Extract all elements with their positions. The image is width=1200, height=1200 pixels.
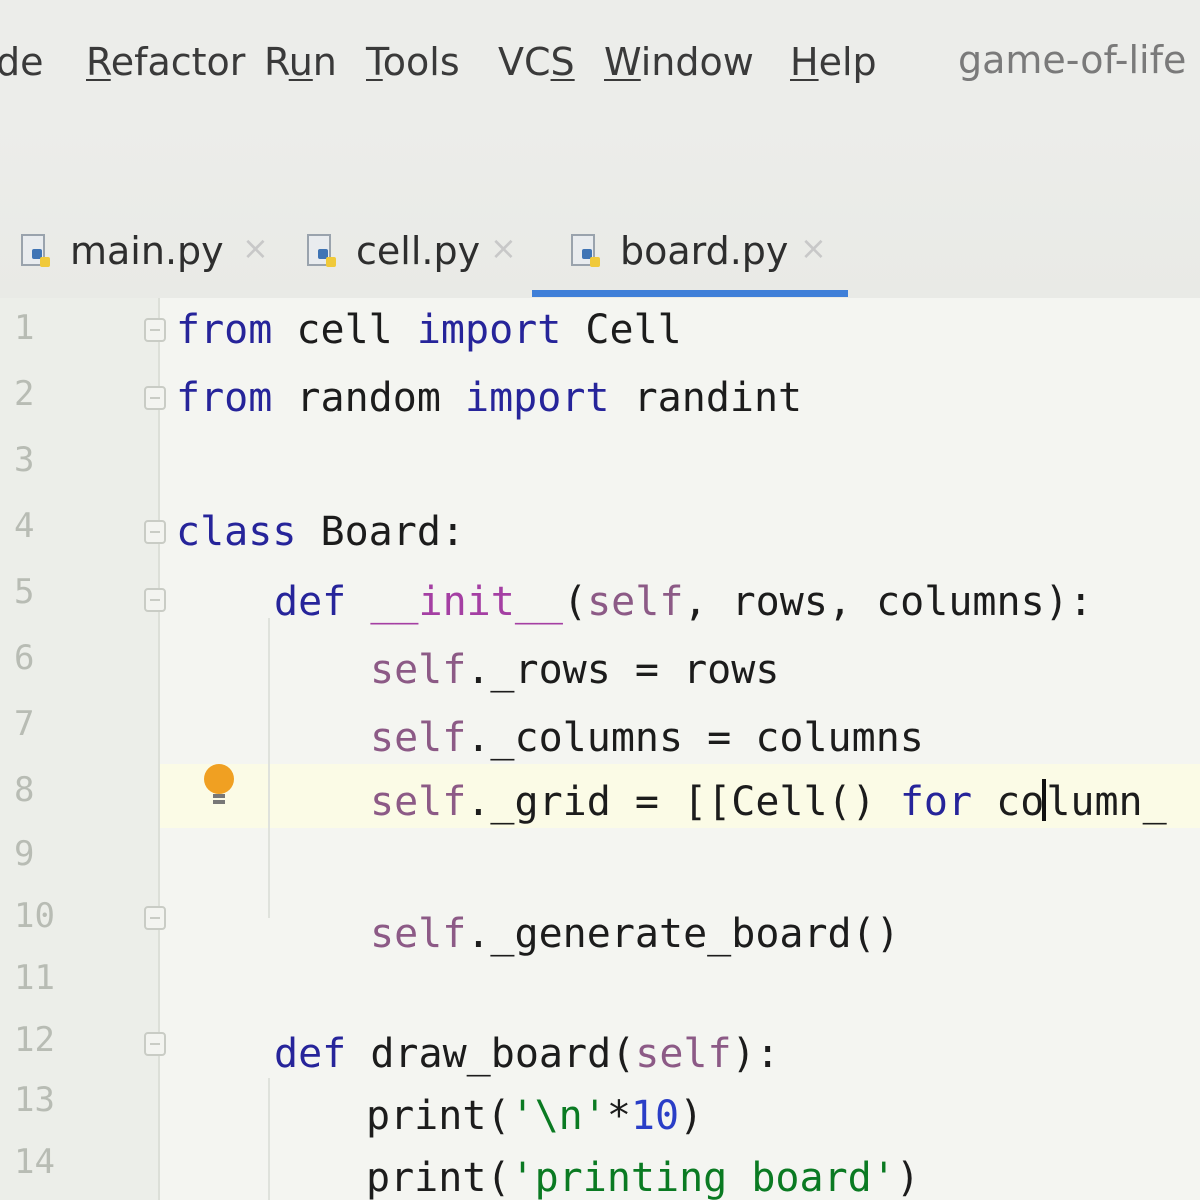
project-title: game-of-life: [958, 38, 1187, 82]
tab-label: board.py: [620, 229, 789, 273]
line-number: 8: [14, 770, 35, 810]
fold-marker[interactable]: [144, 318, 166, 342]
lightbulb-icon[interactable]: [202, 764, 236, 808]
tab-label: main.py: [70, 229, 224, 273]
line-number: 5: [14, 572, 35, 612]
python-file-icon: [571, 234, 600, 267]
close-icon[interactable]: ×: [800, 229, 827, 267]
fold-marker[interactable]: [144, 520, 166, 544]
close-icon[interactable]: ×: [242, 229, 269, 267]
menu-refactor[interactable]: Refactor: [86, 40, 245, 84]
menu-bar: de Refactor Run Tools VCS Window Help ga…: [0, 0, 1200, 120]
code-line-10: self._generate_board(): [370, 911, 900, 957]
fold-marker[interactable]: [144, 588, 166, 612]
line-number-gutter[interactable]: 1 2 3 4 5 6 7 8 9 10 11 12 13 14: [0, 298, 160, 1200]
active-tab-indicator: [532, 290, 848, 297]
code-line-6: self._rows = rows: [370, 647, 780, 693]
editor-tab-bar: main.py × cell.py × board.py ×: [0, 120, 1200, 300]
code-line-5: def __init__(self, rows, columns):: [274, 579, 1093, 625]
menu-tools[interactable]: Tools: [366, 40, 460, 84]
fold-marker[interactable]: [144, 1032, 166, 1056]
line-number: 4: [14, 506, 35, 546]
line-number: 12: [14, 1020, 55, 1060]
line-number: 10: [14, 896, 55, 936]
menu-code[interactable]: de: [0, 40, 44, 84]
close-icon[interactable]: ×: [490, 229, 517, 267]
menu-help[interactable]: Help: [790, 40, 877, 84]
line-number: 11: [14, 958, 55, 998]
code-editor[interactable]: 1 2 3 4 5 6 7 8 9 10 11 12 13 14 from ce…: [0, 298, 1200, 1200]
line-number: 2: [14, 374, 35, 414]
indent-guide: [268, 1078, 270, 1200]
fold-marker[interactable]: [144, 906, 166, 930]
line-number: 3: [14, 440, 35, 480]
indent-guide: [268, 618, 270, 918]
python-file-icon: [21, 234, 50, 267]
fold-marker[interactable]: [144, 386, 166, 410]
python-file-icon: [307, 234, 336, 267]
line-number: 7: [14, 704, 35, 744]
line-number: 9: [14, 834, 35, 874]
code-line-8: self._grid = [[Cell() for column_: [370, 779, 1167, 825]
code-line-1: from cell import Cell: [176, 307, 682, 353]
code-line-4: class Board:: [176, 509, 465, 555]
menu-run[interactable]: Run: [264, 40, 337, 84]
code-line-13: print('\n'*10): [366, 1093, 704, 1139]
code-line-14: print('printing board'): [366, 1155, 920, 1200]
code-line-7: self._columns = columns: [370, 715, 924, 761]
tab-label: cell.py: [356, 229, 481, 273]
code-line-12: def draw_board(self):: [274, 1031, 780, 1077]
code-line-2: from random import randint: [176, 375, 803, 421]
line-number: 14: [14, 1142, 55, 1182]
menu-window[interactable]: Window: [604, 40, 754, 84]
menu-vcs[interactable]: VCS: [498, 40, 575, 84]
ide-window: de Refactor Run Tools VCS Window Help ga…: [0, 0, 1200, 1200]
line-number: 13: [14, 1080, 55, 1120]
line-number: 1: [14, 308, 35, 348]
line-number: 6: [14, 638, 35, 678]
